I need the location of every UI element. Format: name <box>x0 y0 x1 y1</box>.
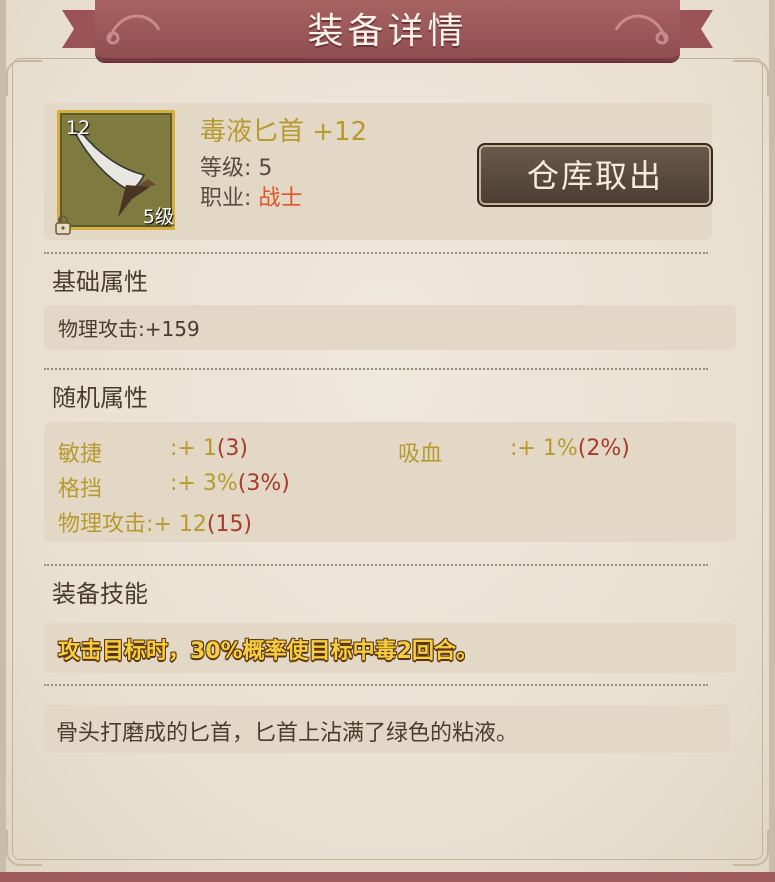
attribute-max: (2%) <box>577 436 630 461</box>
attribute-value: :+ 1 <box>170 436 217 461</box>
attribute-name: 敏捷 <box>58 442 103 467</box>
level-value: 5 <box>258 156 273 181</box>
attribute-name: 吸血 <box>398 442 443 467</box>
panel-edge-right <box>769 0 775 882</box>
item-name: 毒液匕首 +12 <box>200 117 368 147</box>
corner-ornament <box>6 830 42 866</box>
attribute-name: 格挡 <box>58 477 103 502</box>
panel-edge-left <box>0 0 6 882</box>
item-description: 骨头打磨成的匕首，匕首上沾满了绿色的粘液。 <box>56 721 519 746</box>
job-value: 战士 <box>258 186 303 211</box>
attribute-name: 物理攻击 <box>58 512 147 537</box>
attribute-item-value: :+ 3%(3%) <box>170 471 290 496</box>
random-attributes-title: 随机属性 <box>52 384 148 412</box>
item-level-row: 等级: 5 <box>200 150 272 182</box>
attribute-max: (15) <box>206 512 253 537</box>
attribute-item-value: :+ 1(3) <box>170 436 248 461</box>
equipment-skill-text: 攻击目标时，30%概率使目标中毒2回合。 <box>58 639 478 664</box>
attribute-item: 吸血 <box>398 436 442 468</box>
title-ribbon: 装备详情 <box>95 0 680 61</box>
corner-ornament <box>733 60 769 96</box>
attribute-item: 格挡 <box>58 471 102 503</box>
item-grade-badge: 5级 <box>142 206 174 228</box>
attribute-item: 敏捷 <box>58 436 102 468</box>
job-label: 职业: <box>200 186 252 211</box>
attribute-value: :+ 1% <box>510 436 578 461</box>
section-divider <box>44 368 708 370</box>
item-job-row: 职业: 战士 <box>200 180 302 212</box>
level-label: 等级: <box>200 156 252 181</box>
attribute-item-value: :+ 1%(2%) <box>510 436 630 461</box>
page-title: 装备详情 <box>307 11 468 52</box>
withdraw-from-storage-button[interactable]: 仓库取出 <box>477 143 713 207</box>
lock-icon <box>55 215 71 235</box>
attribute-value: :+ 3% <box>170 471 238 496</box>
attribute-max: (3) <box>216 436 249 461</box>
corner-ornament <box>733 830 769 866</box>
base-attribute-line: 物理攻击:+159 <box>58 317 200 341</box>
corner-ornament <box>6 60 42 96</box>
item-level-badge: 12 <box>66 117 91 139</box>
section-divider <box>44 252 708 254</box>
attribute-item: 物理攻击:+ 12(15) <box>58 506 252 538</box>
attribute-max: (3%) <box>237 471 290 496</box>
section-divider <box>44 564 708 566</box>
attribute-value: :+ 12 <box>146 512 207 537</box>
item-icon-slot[interactable]: 12 5级 <box>55 110 175 235</box>
base-attributes-title: 基础属性 <box>52 268 148 296</box>
equipment-skill-title: 装备技能 <box>52 580 148 608</box>
panel-bottom-border <box>0 872 775 882</box>
section-divider <box>44 684 708 686</box>
